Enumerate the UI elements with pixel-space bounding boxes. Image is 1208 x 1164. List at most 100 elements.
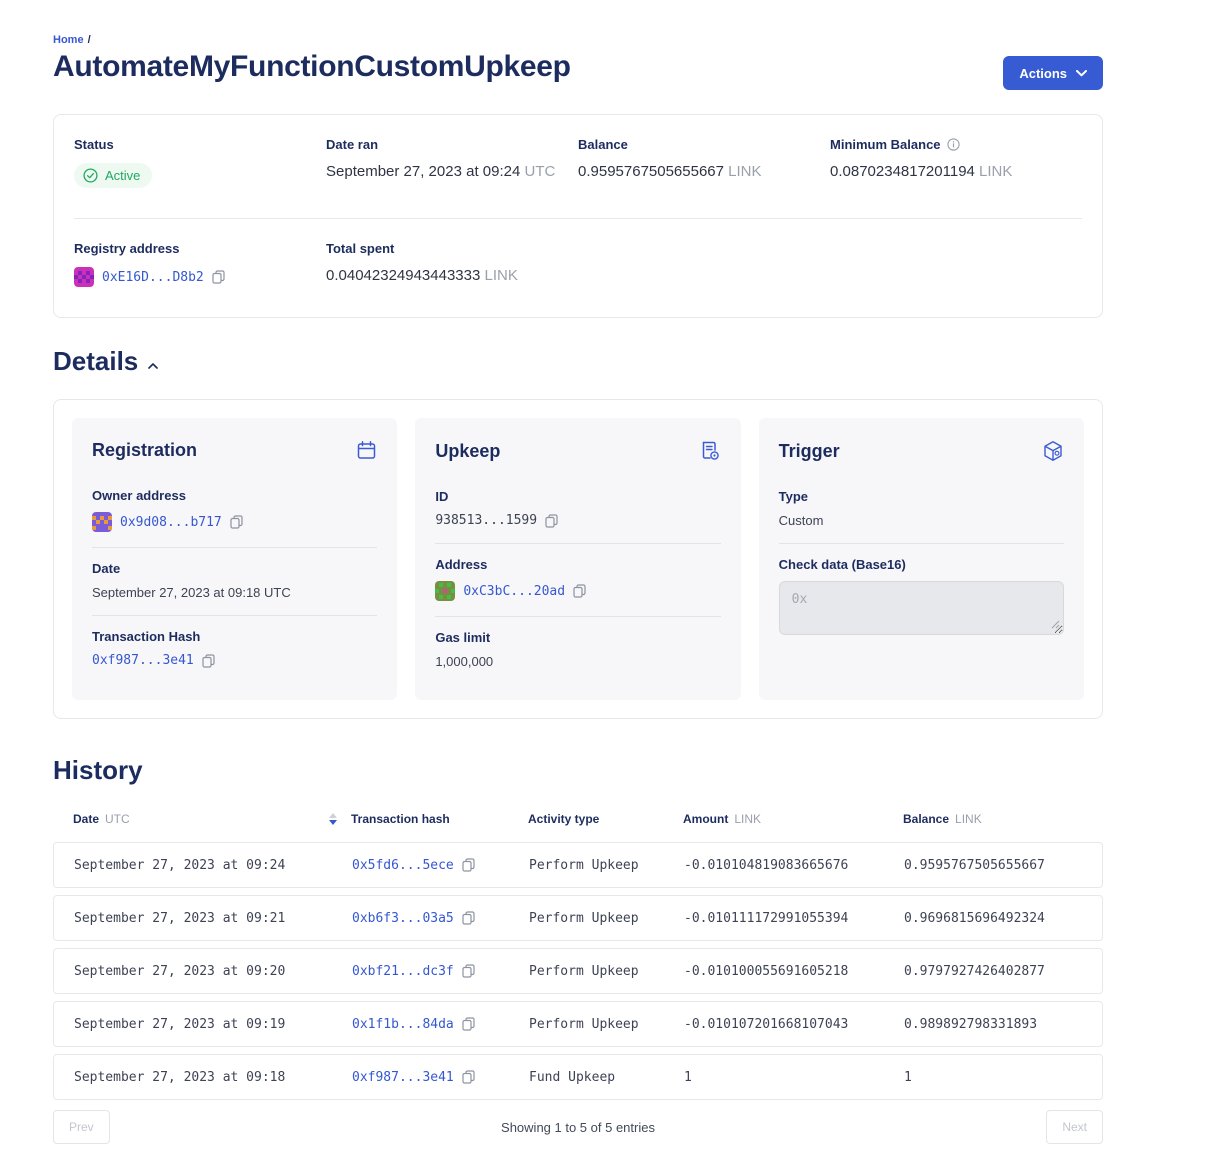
col-amount-label: Amount bbox=[683, 812, 728, 826]
date-ran-unit: UTC bbox=[524, 163, 555, 180]
cube-icon bbox=[1042, 440, 1064, 462]
copy-icon[interactable] bbox=[462, 1070, 475, 1084]
owner-identicon bbox=[92, 512, 112, 532]
trigger-card: Trigger Type Custom Check data (Base16) bbox=[759, 418, 1084, 700]
upkeep-title: Upkeep bbox=[435, 441, 500, 462]
check-data-section: Check data (Base16) bbox=[779, 543, 1064, 655]
row-date: September 27, 2023 at 09:19 bbox=[74, 1017, 352, 1032]
balance-value: 0.9595767505655667 bbox=[578, 163, 724, 180]
info-icon[interactable] bbox=[947, 138, 960, 151]
row-date: September 27, 2023 at 09:18 bbox=[74, 1070, 352, 1085]
row-hash-link[interactable]: 0x5fd6...5ece bbox=[352, 858, 454, 873]
collapse-chevron-icon[interactable] bbox=[148, 363, 158, 369]
row-activity: Perform Upkeep bbox=[529, 964, 684, 979]
table-row: September 27, 2023 at 09:20 0xbf21...dc3… bbox=[53, 948, 1103, 994]
check-data-input[interactable] bbox=[779, 581, 1064, 635]
gas-limit-value: 1,000,000 bbox=[435, 654, 720, 669]
row-activity: Fund Upkeep bbox=[529, 1070, 684, 1085]
registry-address-label: Registry address bbox=[74, 241, 326, 256]
copy-icon[interactable] bbox=[573, 584, 586, 598]
status-badge: Active bbox=[74, 163, 152, 188]
col-date-unit: UTC bbox=[105, 812, 130, 826]
date-ran-label: Date ran bbox=[326, 137, 578, 152]
summary-date-ran: Date ran September 27, 2023 at 09:24 UTC bbox=[326, 137, 578, 188]
row-amount: -0.010111172991055394 bbox=[684, 911, 904, 926]
registration-date-label: Date bbox=[92, 561, 377, 576]
registration-title: Registration bbox=[92, 440, 197, 461]
check-data-label: Check data (Base16) bbox=[779, 557, 1064, 572]
row-balance: 0.9696815696492324 bbox=[904, 911, 1082, 926]
row-balance: 1 bbox=[904, 1070, 1082, 1085]
gas-limit-label: Gas limit bbox=[435, 630, 720, 645]
copy-icon[interactable] bbox=[212, 270, 225, 284]
copy-icon[interactable] bbox=[462, 1017, 475, 1031]
row-amount: -0.010107201668107043 bbox=[684, 1017, 904, 1032]
row-amount: -0.010104819083665676 bbox=[684, 858, 904, 873]
transaction-hash-label: Transaction Hash bbox=[92, 629, 377, 644]
prev-button[interactable]: Prev bbox=[53, 1110, 110, 1144]
upkeep-address-section: Address 0xC3bC...20ad bbox=[435, 543, 720, 616]
total-spent-unit: LINK bbox=[485, 267, 518, 284]
copy-icon[interactable] bbox=[545, 514, 558, 528]
trigger-type-label: Type bbox=[779, 489, 1064, 504]
history-heading: History bbox=[53, 755, 143, 786]
table-row: September 27, 2023 at 09:21 0xb6f3...03a… bbox=[53, 895, 1103, 941]
sort-icon[interactable] bbox=[329, 813, 337, 825]
actions-button[interactable]: Actions bbox=[1003, 56, 1103, 90]
col-hash-label: Transaction hash bbox=[351, 812, 450, 826]
total-spent-value: 0.04042324943443333 bbox=[326, 267, 480, 284]
copy-icon[interactable] bbox=[462, 911, 475, 925]
copy-icon[interactable] bbox=[202, 654, 215, 668]
summary-balance: Balance 0.9595767505655667 LINK bbox=[578, 137, 830, 188]
upkeep-id-section: ID 938513...1599 bbox=[435, 476, 720, 543]
col-amount-unit: LINK bbox=[734, 812, 761, 826]
row-hash-link[interactable]: 0x1f1b...84da bbox=[352, 1017, 454, 1032]
registry-address-link[interactable]: 0xE16D...D8b2 bbox=[102, 270, 204, 285]
registration-date-section: Date September 27, 2023 at 09:18 UTC bbox=[92, 547, 377, 615]
next-button[interactable]: Next bbox=[1046, 1110, 1103, 1144]
owner-address-label: Owner address bbox=[92, 488, 377, 503]
upkeep-address-label: Address bbox=[435, 557, 720, 572]
row-hash-link[interactable]: 0xbf21...dc3f bbox=[352, 964, 454, 979]
min-balance-value: 0.0870234817201194 bbox=[830, 163, 975, 180]
row-hash-link[interactable]: 0xf987...3e41 bbox=[352, 1070, 454, 1085]
col-balance-unit: LINK bbox=[955, 812, 982, 826]
page-title: AutomateMyFunctionCustomUpkeep bbox=[53, 50, 571, 84]
gas-limit-section: Gas limit 1,000,000 bbox=[435, 616, 720, 684]
table-row: September 27, 2023 at 09:19 0x1f1b...84d… bbox=[53, 1001, 1103, 1047]
upkeep-address-identicon bbox=[435, 581, 455, 601]
copy-icon[interactable] bbox=[230, 515, 243, 529]
owner-address-link[interactable]: 0x9d08...b717 bbox=[120, 515, 222, 530]
details-panel: Registration Owner address 0x9d08...b717 bbox=[53, 399, 1103, 719]
row-hash-link[interactable]: 0xb6f3...03a5 bbox=[352, 911, 454, 926]
pagination-summary: Showing 1 to 5 of 5 entries bbox=[501, 1120, 655, 1135]
breadcrumb-home-link[interactable]: Home bbox=[53, 34, 84, 46]
history-table-header: Date UTC Transaction hash Activity type … bbox=[53, 812, 1103, 826]
status-label: Status bbox=[74, 137, 326, 152]
registration-card: Registration Owner address 0x9d08...b717 bbox=[72, 418, 397, 700]
total-spent-label: Total spent bbox=[326, 241, 578, 256]
table-row: September 27, 2023 at 09:18 0xf987...3e4… bbox=[53, 1054, 1103, 1100]
registration-date-value: September 27, 2023 at 09:18 UTC bbox=[92, 585, 377, 600]
copy-icon[interactable] bbox=[462, 964, 475, 978]
row-activity: Perform Upkeep bbox=[529, 858, 684, 873]
date-ran-value: September 27, 2023 at 09:24 bbox=[326, 163, 520, 180]
copy-icon[interactable] bbox=[462, 858, 475, 872]
row-balance: 0.9797927426402877 bbox=[904, 964, 1082, 979]
balance-label: Balance bbox=[578, 137, 830, 152]
transaction-hash-link[interactable]: 0xf987...3e41 bbox=[92, 653, 194, 668]
upkeep-address-link[interactable]: 0xC3bC...20ad bbox=[463, 584, 565, 599]
summary-status: Status Active bbox=[74, 137, 326, 188]
col-date-label: Date bbox=[73, 812, 99, 826]
row-date: September 27, 2023 at 09:21 bbox=[74, 911, 352, 926]
registry-identicon bbox=[74, 267, 94, 287]
upkeep-id-value: 938513...1599 bbox=[435, 513, 537, 528]
summary-total-spent: Total spent 0.04042324943443333 LINK bbox=[326, 241, 578, 287]
trigger-type-value: Custom bbox=[779, 513, 1064, 528]
balance-unit: LINK bbox=[728, 163, 761, 180]
trigger-type-section: Type Custom bbox=[779, 476, 1064, 543]
chevron-down-icon bbox=[1076, 70, 1087, 77]
row-amount: -0.010100055691605218 bbox=[684, 964, 904, 979]
summary-registry-address: Registry address 0xE16D...D8b2 bbox=[74, 241, 326, 287]
check-circle-icon bbox=[83, 168, 98, 183]
